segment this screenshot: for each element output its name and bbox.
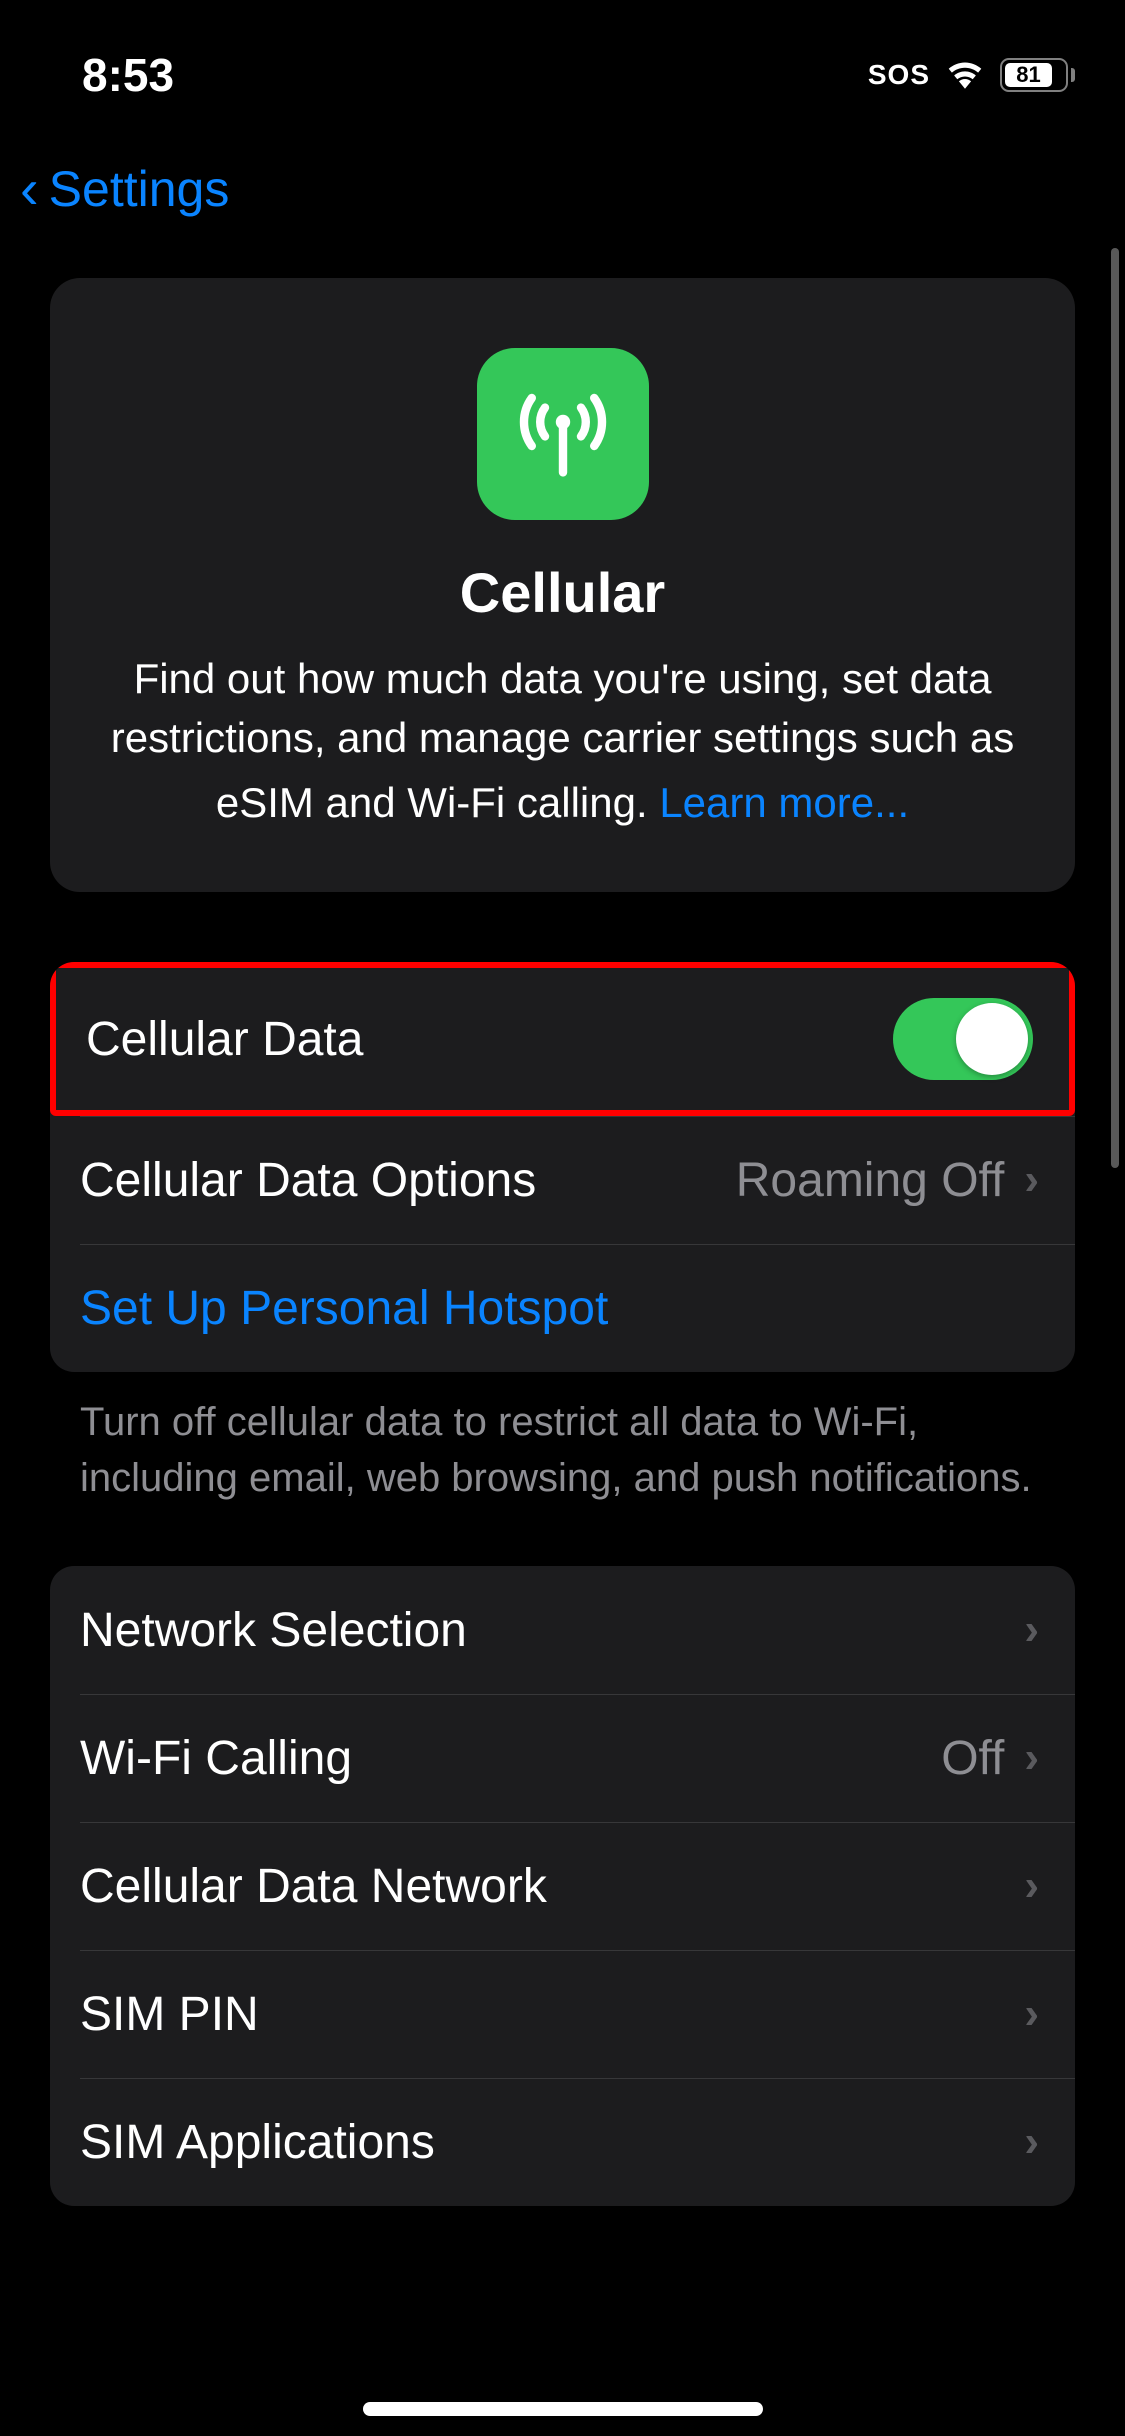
personal-hotspot-label: Set Up Personal Hotspot bbox=[80, 1281, 608, 1336]
wifi-calling-row[interactable]: Wi-Fi Calling Off › bbox=[50, 1694, 1075, 1822]
battery-percent: 81 bbox=[1016, 62, 1040, 88]
network-selection-row[interactable]: Network Selection › bbox=[50, 1566, 1075, 1694]
network-group: Network Selection › Wi-Fi Calling Off › … bbox=[50, 1566, 1075, 2206]
wifi-calling-value: Off bbox=[941, 1731, 1004, 1786]
chevron-right-icon: › bbox=[1024, 1733, 1039, 1783]
learn-more-link[interactable]: Learn more... bbox=[659, 774, 909, 833]
hero-description: Find out how much data you're using, set… bbox=[100, 650, 1025, 832]
status-right: SOS 81 bbox=[868, 57, 1075, 94]
status-bar: 8:53 SOS 81 bbox=[0, 0, 1125, 130]
sim-pin-row[interactable]: SIM PIN › bbox=[50, 1950, 1075, 2078]
cellular-data-row[interactable]: Cellular Data bbox=[50, 962, 1075, 1116]
cellular-data-toggle[interactable] bbox=[893, 998, 1033, 1080]
battery-indicator: 81 bbox=[1000, 58, 1075, 92]
cellular-data-options-row[interactable]: Cellular Data Options Roaming Off › bbox=[50, 1116, 1075, 1244]
cellular-data-options-label: Cellular Data Options bbox=[80, 1153, 536, 1208]
wifi-calling-label: Wi-Fi Calling bbox=[80, 1731, 352, 1786]
status-time: 8:53 bbox=[82, 48, 174, 102]
personal-hotspot-row[interactable]: Set Up Personal Hotspot bbox=[50, 1244, 1075, 1372]
chevron-right-icon: › bbox=[1024, 1861, 1039, 1911]
chevron-right-icon: › bbox=[1024, 2117, 1039, 2167]
group-footer-text: Turn off cellular data to restrict all d… bbox=[50, 1372, 1075, 1506]
hero-card: Cellular Find out how much data you're u… bbox=[50, 278, 1075, 892]
cellular-antenna-icon bbox=[477, 348, 649, 520]
scroll-indicator[interactable] bbox=[1111, 248, 1119, 1168]
chevron-right-icon: › bbox=[1024, 1989, 1039, 2039]
nav-bar[interactable]: ‹ Settings bbox=[0, 130, 1125, 248]
home-indicator[interactable] bbox=[363, 2402, 763, 2416]
cellular-data-label: Cellular Data bbox=[86, 1012, 363, 1067]
network-selection-label: Network Selection bbox=[80, 1603, 467, 1658]
back-label: Settings bbox=[49, 160, 230, 218]
sim-applications-label: SIM Applications bbox=[80, 2115, 435, 2170]
hero-title: Cellular bbox=[460, 560, 665, 625]
cellular-data-network-label: Cellular Data Network bbox=[80, 1859, 547, 1914]
sim-applications-row[interactable]: SIM Applications › bbox=[50, 2078, 1075, 2206]
cellular-data-network-row[interactable]: Cellular Data Network › bbox=[50, 1822, 1075, 1950]
chevron-right-icon: › bbox=[1024, 1155, 1039, 1205]
chevron-right-icon: › bbox=[1024, 1605, 1039, 1655]
back-chevron-icon: ‹ bbox=[20, 161, 39, 217]
cellular-data-group: Cellular Data Cellular Data Options Roam… bbox=[50, 962, 1075, 1372]
cellular-data-options-value: Roaming Off bbox=[736, 1153, 1005, 1208]
sos-indicator: SOS bbox=[868, 59, 930, 91]
sim-pin-label: SIM PIN bbox=[80, 1987, 259, 2042]
wifi-icon bbox=[944, 57, 986, 94]
